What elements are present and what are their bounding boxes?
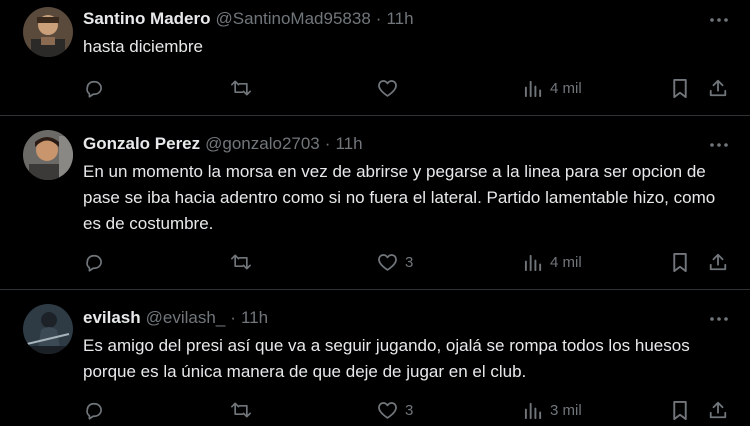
- retweet-icon: [230, 400, 252, 420]
- bookmark-button[interactable]: [671, 397, 689, 423]
- reply-button[interactable]: [84, 249, 111, 275]
- timestamp[interactable]: 11h: [241, 308, 268, 328]
- reply-button[interactable]: [84, 397, 111, 423]
- like-button[interactable]: 3: [377, 249, 413, 275]
- share-button[interactable]: [708, 397, 728, 423]
- more-icon[interactable]: [708, 134, 730, 156]
- author-handle[interactable]: @evilash_: [146, 308, 226, 328]
- avatar[interactable]: [23, 7, 73, 57]
- author-name[interactable]: Santino Madero: [83, 9, 211, 29]
- views-count: 4 mil: [550, 253, 582, 271]
- like-icon: [377, 252, 398, 272]
- like-icon: [377, 78, 398, 98]
- bookmark-button[interactable]: [671, 75, 689, 101]
- author-handle[interactable]: @gonzalo2703: [205, 134, 320, 154]
- tweet-text: hasta diciembre: [83, 37, 204, 56]
- retweet-button[interactable]: [230, 249, 259, 275]
- more-icon[interactable]: [708, 9, 730, 31]
- bookmark-button[interactable]: [671, 249, 689, 275]
- reply-icon: [84, 78, 104, 98]
- retweet-icon: [230, 252, 252, 272]
- reply-icon: [84, 400, 104, 420]
- share-button[interactable]: [708, 249, 728, 275]
- like-icon: [377, 400, 398, 420]
- author-name[interactable]: evilash: [83, 308, 141, 328]
- like-count: 3: [405, 253, 414, 271]
- avatar[interactable]: [23, 130, 73, 180]
- views-count: 4 mil: [550, 79, 582, 97]
- timestamp[interactable]: 11h: [386, 9, 413, 29]
- tweet-text: Es amigo del presi así que va a seguir j…: [83, 336, 690, 381]
- tweet-3[interactable]: evilash @evilash_ · 11h Es amigo del pre…: [0, 290, 750, 426]
- action-bar: 4 mil: [0, 75, 750, 101]
- views-button[interactable]: 4 mil: [524, 249, 582, 275]
- author-name[interactable]: Gonzalo Perez: [83, 134, 200, 154]
- reply-icon: [84, 252, 104, 272]
- retweet-button[interactable]: [230, 75, 259, 101]
- share-icon: [708, 78, 728, 98]
- more-icon[interactable]: [708, 308, 730, 330]
- views-button[interactable]: 4 mil: [524, 75, 582, 101]
- reply-button[interactable]: [84, 75, 111, 101]
- share-button[interactable]: [708, 75, 728, 101]
- timestamp[interactable]: 11h: [335, 134, 362, 154]
- bookmark-icon: [671, 400, 689, 421]
- retweet-button[interactable]: [230, 397, 259, 423]
- share-icon: [708, 252, 728, 272]
- views-count: 3 mil: [550, 401, 582, 419]
- like-button[interactable]: [377, 75, 405, 101]
- action-bar: 3 4 mil: [0, 249, 750, 275]
- bookmark-icon: [671, 78, 689, 99]
- views-icon: [524, 79, 543, 98]
- bookmark-icon: [671, 252, 689, 273]
- views-icon: [524, 253, 543, 272]
- like-button[interactable]: 3: [377, 397, 413, 423]
- separator-dot: ·: [375, 9, 382, 28]
- retweet-icon: [230, 78, 252, 98]
- share-icon: [708, 400, 728, 420]
- separator-dot: ·: [324, 134, 331, 153]
- tweet-1[interactable]: Santino Madero @SantinoMad95838 · 11h ha…: [0, 0, 750, 116]
- tweet-text: En un momento la morsa en vez de abrirse…: [83, 162, 716, 233]
- author-handle[interactable]: @SantinoMad95838: [216, 9, 371, 29]
- avatar[interactable]: [23, 304, 73, 354]
- views-button[interactable]: 3 mil: [524, 397, 582, 423]
- like-count: 3: [405, 401, 414, 419]
- views-icon: [524, 401, 543, 420]
- action-bar: 3 3 mil: [0, 397, 750, 423]
- tweet-2[interactable]: Gonzalo Perez @gonzalo2703 · 11h En un m…: [0, 116, 750, 290]
- separator-dot: ·: [230, 308, 236, 327]
